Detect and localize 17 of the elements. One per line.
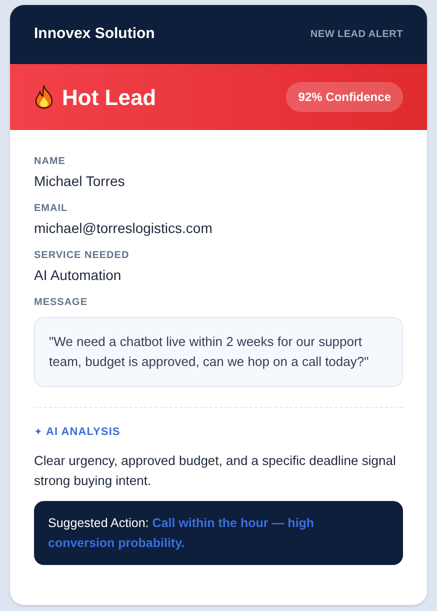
message-text: "We need a chatbot live within 2 weeks for our support team, budget is approved, can we hop on a call today?" (49, 333, 370, 371)
field-value: AI Automation (34, 266, 122, 285)
field-label: MESSAGE (34, 296, 89, 310)
sparkle-icon: ✦ (34, 424, 42, 440)
field-label: SERVICE NEEDED (34, 249, 130, 263)
field-value: Michael Torres (34, 172, 126, 191)
analysis-text: Clear urgency, approved budget, and a specific deadline signal strong buying intent. (34, 452, 397, 490)
field-label: NAME (34, 155, 66, 169)
confidence-badge: 92% Confidence (286, 82, 403, 112)
field-label: EMAIL (34, 202, 69, 216)
brand-name: Innovex Solution (34, 24, 155, 44)
alert-label: NEW LEAD ALERT (310, 28, 403, 42)
section-title: AI ANALYSIS (46, 425, 120, 440)
field-value: michael@torreslogistics.com (34, 219, 214, 238)
flame-icon (34, 85, 54, 109)
lead-title: Hot Lead (62, 84, 156, 112)
suggested-action-text: Suggested Action: Call within the hour — high conversion probability. (48, 514, 316, 552)
